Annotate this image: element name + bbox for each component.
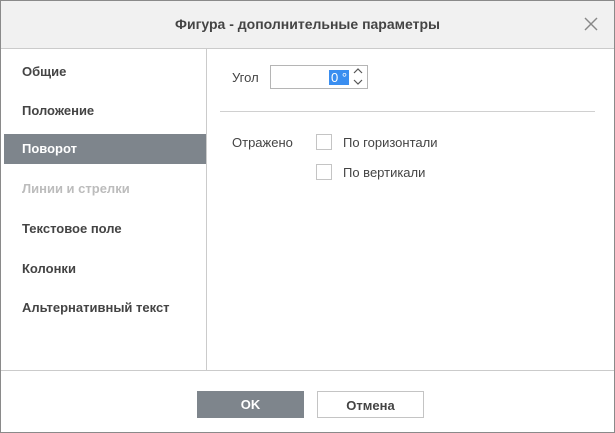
sidebar-item-columns[interactable]: Колонки: [1, 254, 206, 284]
section-divider: [220, 111, 595, 112]
chevron-down-icon[interactable]: [349, 77, 367, 88]
angle-spinner[interactable]: 0 °: [270, 65, 368, 89]
cancel-button[interactable]: Отмена: [317, 391, 424, 418]
sidebar: Общие Положение Поворот Линии и стрелки …: [1, 49, 207, 370]
flip-vertical-checkbox[interactable]: [316, 164, 332, 180]
dialog-footer: OK Отмена: [1, 370, 614, 433]
sidebar-item-general[interactable]: Общие: [1, 57, 206, 87]
sidebar-item-text-box[interactable]: Текстовое поле: [1, 214, 206, 244]
angle-label: Угол: [232, 70, 259, 85]
close-icon[interactable]: [582, 15, 600, 33]
sidebar-item-lines-arrows: Линии и стрелки: [22, 181, 130, 196]
flip-label: Отражено: [232, 135, 293, 150]
ok-button[interactable]: OK: [197, 391, 304, 418]
chevron-up-icon[interactable]: [349, 66, 367, 77]
dialog-title: Фигура - дополнительные параметры: [175, 16, 440, 32]
flip-horizontal-checkbox[interactable]: [316, 134, 332, 150]
sidebar-item-alt-text[interactable]: Альтернативный текст: [1, 293, 206, 323]
angle-value[interactable]: 0 °: [329, 70, 350, 85]
sidebar-item-rotation[interactable]: Поворот: [4, 134, 206, 164]
dialog-titlebar: Фигура - дополнительные параметры: [1, 1, 614, 49]
advanced-settings-dialog: Фигура - дополнительные параметры Общие …: [0, 0, 615, 433]
flip-horizontal-label[interactable]: По горизонтали: [343, 135, 437, 150]
sidebar-item-position[interactable]: Положение: [1, 96, 206, 126]
rotation-panel: Угол 0 ° Отражено По горизонтали По верт…: [207, 49, 614, 370]
flip-vertical-label[interactable]: По вертикали: [343, 165, 425, 180]
